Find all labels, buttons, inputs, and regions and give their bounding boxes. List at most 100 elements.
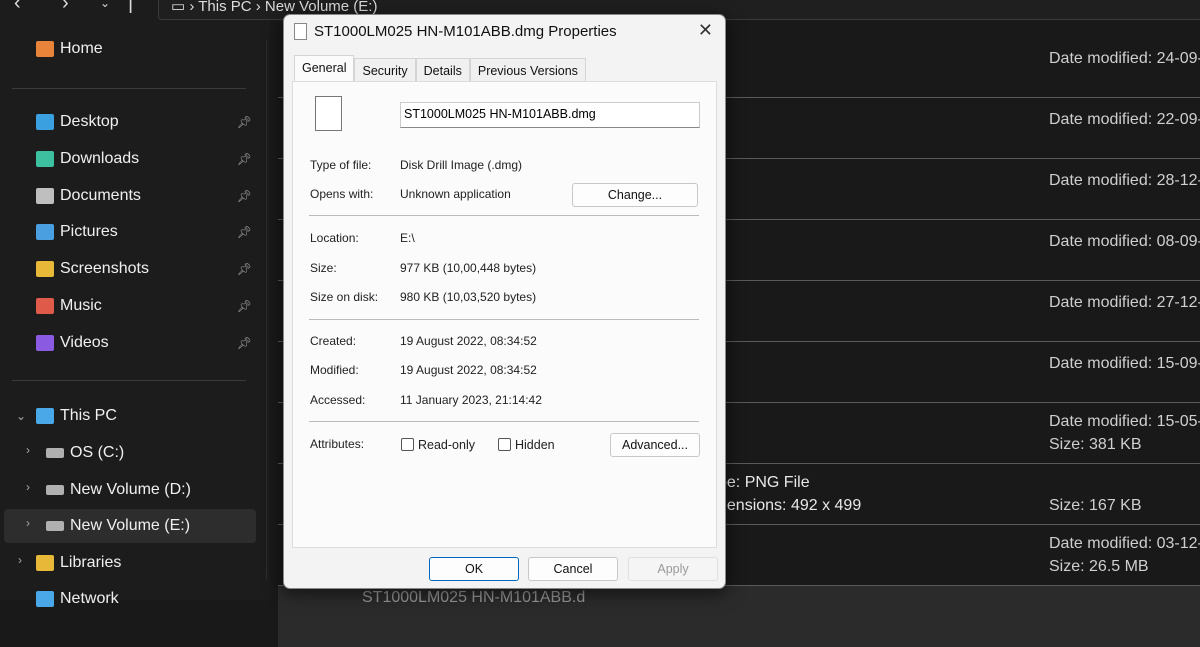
sidebar-item-music[interactable]: Music 📌︎ xyxy=(36,289,256,323)
file-size: Size: 167 KB xyxy=(1049,497,1142,514)
close-button[interactable]: ✕ xyxy=(698,20,713,41)
date-modified: Date modified: 03-12- xyxy=(1049,535,1200,552)
apply-button[interactable]: Apply xyxy=(628,557,718,581)
sidebar-label: This PC xyxy=(60,407,117,424)
pin-icon[interactable]: 📌︎ xyxy=(237,225,252,239)
screenshots-icon xyxy=(36,261,54,278)
size-value: 977 KB (10,00,448 bytes) xyxy=(400,261,537,275)
sidebar-item-documents[interactable]: Documents 📌︎ xyxy=(36,179,256,213)
tab-details[interactable]: Details xyxy=(415,58,470,81)
sidebar-label: New Volume (D:) xyxy=(70,480,191,498)
sidebar-item-drive[interactable]: New Volume (E:) xyxy=(46,509,246,543)
readonly-checkbox[interactable] xyxy=(401,438,414,451)
recent-dropdown[interactable]: ⌄ xyxy=(100,0,110,10)
opens-label: Opens with: xyxy=(310,187,374,201)
downloads-icon xyxy=(36,150,54,167)
videos-icon xyxy=(36,334,54,351)
sidebar-item-screenshots[interactable]: Screenshots 📌︎ xyxy=(36,252,256,286)
size-on-disk-value: 980 KB (10,03,520 bytes) xyxy=(400,290,537,304)
pin-icon[interactable]: 📌︎ xyxy=(237,262,252,276)
accessed-value: 11 January 2023, 21:14:42 xyxy=(400,393,542,407)
accessed-label: Accessed: xyxy=(310,393,366,407)
home-icon xyxy=(36,41,54,57)
scrollbar[interactable] xyxy=(266,40,267,580)
tab-previous-versions[interactable]: Previous Versions xyxy=(469,58,586,81)
pin-icon[interactable]: 📌︎ xyxy=(237,299,252,313)
change-button[interactable]: Change... xyxy=(572,183,698,207)
sidebar-item-drive[interactable]: OS (C:) xyxy=(46,436,246,470)
divider xyxy=(12,380,246,381)
size-on-disk-label: Size on disk: xyxy=(310,290,379,304)
file-icon xyxy=(294,23,307,40)
sidebar-label: Documents xyxy=(60,186,141,204)
sidebar-label: Desktop xyxy=(60,113,119,130)
pin-icon[interactable]: 📌︎ xyxy=(237,336,252,350)
sidebar-item-pictures[interactable]: Pictures 📌︎ xyxy=(36,215,256,249)
sidebar-item-desktop[interactable]: Desktop 📌︎ xyxy=(36,105,256,139)
sidebar-label: Music xyxy=(60,297,102,314)
pin-icon[interactable]: 📌︎ xyxy=(237,152,252,166)
sidebar-label: Screenshots xyxy=(60,260,149,278)
sidebar-label: Home xyxy=(60,40,103,57)
breadcrumb-volume[interactable]: New Volume (E:) xyxy=(265,0,378,15)
drive-icon xyxy=(46,521,64,532)
sidebar-item-libraries[interactable]: Libraries xyxy=(36,546,288,580)
drive-icon xyxy=(46,484,64,495)
chevron-right-icon[interactable]: › xyxy=(26,516,30,530)
dimensions: nensions: 492 x 499 xyxy=(718,497,862,514)
chevron-down-icon[interactable]: ⌄ xyxy=(16,409,26,423)
location-label: Location: xyxy=(310,231,359,245)
date-modified: Date modified: 24-09- xyxy=(1049,50,1200,67)
sidebar-label: OS (C:) xyxy=(70,444,125,461)
forward-button[interactable]: › xyxy=(62,0,69,15)
back-button[interactable]: ‹ xyxy=(14,0,21,15)
divider xyxy=(309,215,699,216)
type-value: Disk Drill Image (.dmg) xyxy=(400,158,523,172)
cancel-button[interactable]: Cancel xyxy=(528,557,618,581)
date-modified: Date modified: 22-09- xyxy=(1049,111,1200,128)
general-panel: ST1000LM025 HN-M101ABB.dmg Type of file:… xyxy=(292,81,717,548)
chevron-right-icon[interactable]: › xyxy=(26,480,30,494)
sidebar-label: Downloads xyxy=(60,149,140,167)
sidebar-item-this-pc[interactable]: This PC xyxy=(36,399,288,433)
chevron-right-icon[interactable]: › xyxy=(18,553,22,567)
size-label: Size: xyxy=(310,261,337,275)
type-label: Type of file: xyxy=(310,158,372,172)
up-button[interactable]: | xyxy=(128,0,133,15)
filename-input[interactable]: ST1000LM025 HN-M101ABB.dmg xyxy=(400,102,700,128)
sidebar-item-home[interactable]: Home xyxy=(36,32,288,66)
readonly-label[interactable]: Read-only xyxy=(418,438,475,452)
chevron-right-icon[interactable]: › xyxy=(26,443,30,457)
breadcrumb-this-pc[interactable]: This PC xyxy=(198,0,251,15)
dialog-title: ST1000LM025 HN-M101ABB.dmg Properties xyxy=(314,23,617,40)
sidebar-item-drive[interactable]: New Volume (D:) xyxy=(46,473,246,507)
date-modified: Date modified: 27-12- xyxy=(1049,294,1200,311)
sidebar-item-downloads[interactable]: Downloads 📌︎ xyxy=(36,142,256,176)
pin-icon[interactable]: 📌︎ xyxy=(237,189,252,203)
sidebar-label: Network xyxy=(60,590,119,607)
hidden-label[interactable]: Hidden xyxy=(515,438,555,452)
file-size: Size: 26.5 MB xyxy=(1049,558,1149,575)
documents-icon xyxy=(36,187,54,204)
advanced-button[interactable]: Advanced... xyxy=(610,433,700,457)
ok-button[interactable]: OK xyxy=(429,557,519,581)
sidebar-item-videos[interactable]: Videos 📌︎ xyxy=(36,326,256,360)
drive-icon xyxy=(46,448,64,458)
hidden-checkbox[interactable] xyxy=(498,438,511,451)
sidebar-item-network[interactable]: Network xyxy=(36,582,288,616)
sidebar-label: Pictures xyxy=(60,223,118,241)
sidebar-label: Libraries xyxy=(60,554,122,571)
pictures-icon xyxy=(36,224,54,241)
date-modified: Date modified: 15-09- xyxy=(1049,355,1200,372)
pin-icon[interactable]: 📌︎ xyxy=(237,115,252,129)
file-icon xyxy=(315,96,342,131)
file-size: Size: 381 KB xyxy=(1049,436,1142,453)
tab-security[interactable]: Security xyxy=(354,58,416,81)
modified-value: 19 August 2022, 08:34:52 xyxy=(400,363,537,377)
opens-value: Unknown application xyxy=(400,187,511,201)
tab-general[interactable]: General xyxy=(294,55,355,81)
file-row[interactable]: ST1000LM025 HN-M101ABB.d xyxy=(278,586,1200,647)
properties-dialog: ST1000LM025 HN-M101ABB.dmg Properties ✕ … xyxy=(283,14,726,589)
date-modified: Date modified: 08-09- xyxy=(1049,233,1200,250)
folder-icon xyxy=(36,555,54,571)
